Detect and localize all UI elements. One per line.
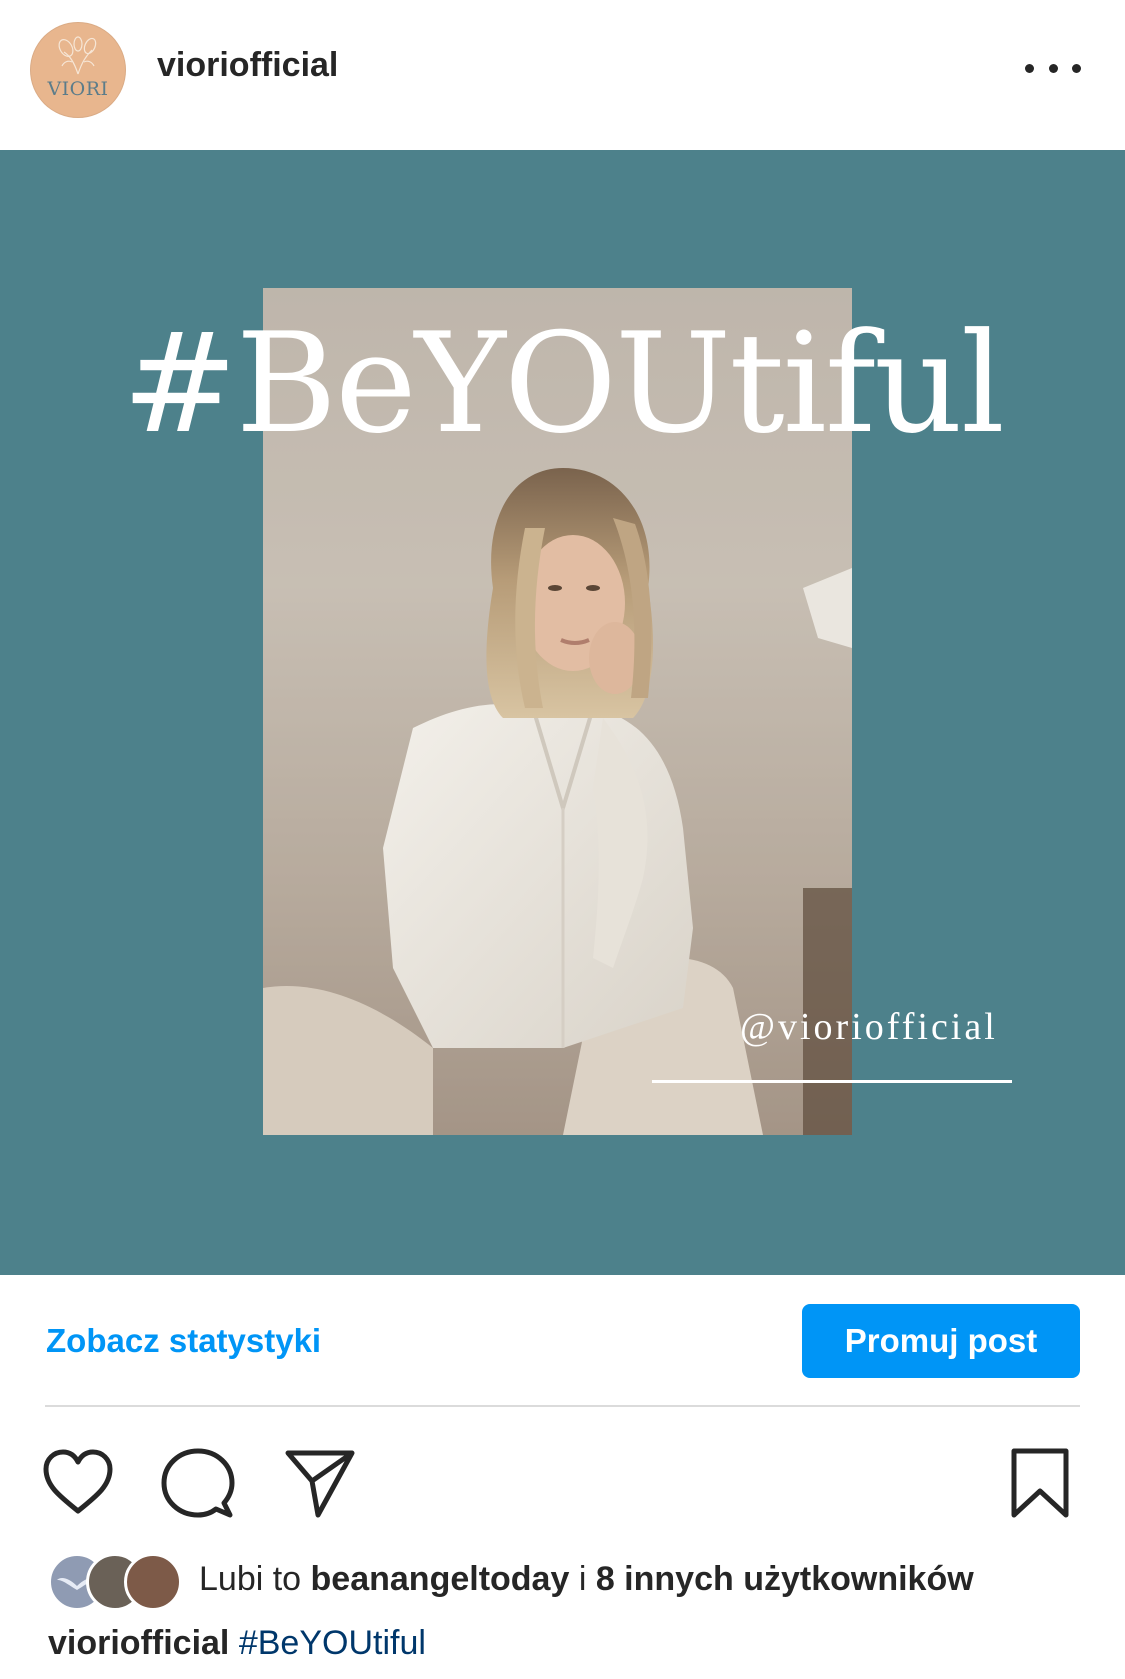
post-author-username[interactable]: vioriofficial [157, 46, 338, 85]
comment-icon [161, 1448, 235, 1518]
divider [45, 1405, 1080, 1407]
view-insights-link[interactable]: Zobacz statystyki [46, 1322, 321, 1360]
overlay-handle: @vioriofficial [740, 1006, 998, 1048]
caption-username[interactable]: vioriofficial [48, 1624, 229, 1662]
like-button[interactable] [40, 1445, 116, 1521]
post-caption: vioriofficial #BeYOUtiful [48, 1624, 426, 1663]
overlay-title: #BeYOUtiful [122, 303, 1005, 464]
heart-icon [43, 1449, 113, 1514]
bookmark-icon [1011, 1448, 1069, 1518]
post-header: VIORI vioriofficial [0, 0, 1125, 150]
more-options-button[interactable] [1025, 50, 1081, 86]
save-button[interactable] [1002, 1445, 1078, 1521]
profile-avatar[interactable]: VIORI [30, 22, 126, 118]
caption-hashtag[interactable]: #BeYOUtiful [239, 1624, 426, 1662]
post-image[interactable]: #BeYOUtiful @vioriofficial [0, 150, 1125, 1275]
likes-joiner: i [569, 1560, 596, 1598]
more-horizontal-icon [1025, 63, 1034, 73]
overlay-underline [652, 1080, 1012, 1083]
liker-avatars[interactable] [48, 1553, 183, 1611]
avatar [124, 1553, 182, 1611]
promote-post-button[interactable]: Promuj post [802, 1304, 1080, 1378]
floral-logo-icon [58, 36, 97, 75]
likes-prefix: Lubi to [199, 1560, 311, 1598]
avatar-brand-text: VIORI [47, 78, 109, 100]
likes-summary[interactable]: Lubi to beanangeltoday i 8 innych użytko… [199, 1560, 974, 1599]
share-button[interactable] [282, 1445, 358, 1521]
comment-button[interactable] [160, 1445, 236, 1521]
likes-others[interactable]: 8 innych użytkowników [596, 1560, 974, 1598]
send-icon [285, 1450, 355, 1518]
liker-username[interactable]: beanangeltoday [311, 1560, 570, 1598]
